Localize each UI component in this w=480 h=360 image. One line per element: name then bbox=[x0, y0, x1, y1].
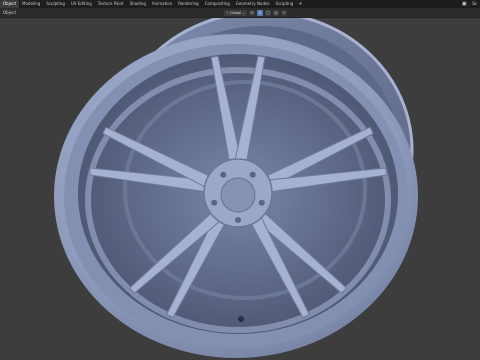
valve-hole bbox=[238, 316, 244, 322]
proportional-edit-icon[interactable]: ◎ bbox=[273, 9, 280, 16]
scene-icon[interactable]: ▣ bbox=[461, 1, 467, 7]
magnet-icon[interactable]: ∩ bbox=[257, 9, 264, 16]
tab-texture-paint[interactable]: Texture Paint bbox=[95, 0, 127, 8]
top-right-controls: ▣ Sc bbox=[459, 0, 480, 8]
lug-hole bbox=[211, 199, 218, 206]
lug-hole bbox=[258, 199, 265, 206]
tab-compositing[interactable]: Compositing bbox=[202, 0, 233, 8]
tab-object[interactable]: Object bbox=[0, 0, 20, 8]
falloff-icon[interactable]: ∿ bbox=[281, 9, 288, 16]
tab-geometry-nodes[interactable]: Geometry Nodes bbox=[233, 0, 273, 8]
orientation-label: Global bbox=[229, 10, 242, 15]
snap-target-icon[interactable]: ▢ bbox=[265, 9, 272, 16]
hub-cap bbox=[220, 177, 256, 213]
tab-rendering[interactable]: Rendering bbox=[175, 0, 201, 8]
pivot-icon[interactable]: ⊙ bbox=[249, 9, 256, 16]
tab-scripting[interactable]: Scripting bbox=[273, 0, 297, 8]
chevron-down-icon: ⌄ bbox=[242, 10, 246, 15]
tab-modeling[interactable]: Modeling bbox=[19, 0, 43, 8]
workspace-tab-bar: Object Modeling Sculpting UV Editing Tex… bbox=[0, 0, 480, 8]
tab-uv-editing[interactable]: UV Editing bbox=[68, 0, 95, 8]
tab-shading[interactable]: Shading bbox=[127, 0, 149, 8]
scene-label[interactable]: Sc bbox=[469, 0, 480, 8]
mode-selector[interactable]: Object bbox=[3, 9, 16, 16]
add-workspace-button[interactable]: + bbox=[296, 1, 304, 7]
axes-icon: ⊹ bbox=[226, 10, 229, 15]
lug-hole bbox=[249, 171, 256, 178]
lug-hole bbox=[235, 217, 241, 223]
transform-tools: ⊹ Global ⌄ ⊙ ∩ ▢ ◎ ∿ bbox=[224, 9, 288, 16]
tab-sculpting[interactable]: Sculpting bbox=[43, 0, 68, 8]
header-toolbar: Object ⊹ Global ⌄ ⊙ ∩ ▢ ◎ ∿ bbox=[0, 8, 480, 18]
tab-animation[interactable]: Animation bbox=[149, 0, 175, 8]
lug-hole bbox=[220, 171, 227, 178]
transform-orientation-dropdown[interactable]: ⊹ Global ⌄ bbox=[224, 9, 248, 16]
3d-viewport[interactable] bbox=[0, 18, 480, 360]
